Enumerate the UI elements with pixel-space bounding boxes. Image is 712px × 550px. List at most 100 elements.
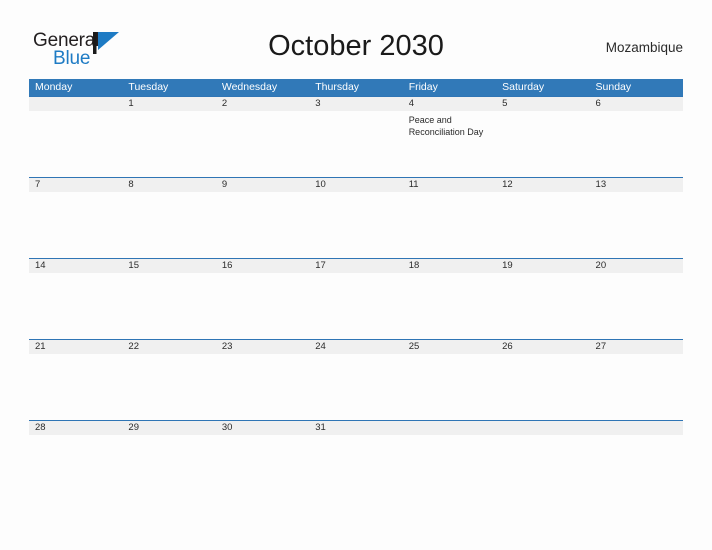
- day-cell[interactable]: [402, 421, 497, 445]
- day-cell[interactable]: 22: [122, 340, 216, 420]
- page-header: General Blue October 2030 Mozambique: [0, 26, 712, 72]
- day-body: [29, 273, 122, 339]
- day-number: 7: [29, 178, 123, 192]
- day-number: 11: [402, 178, 497, 192]
- day-cell[interactable]: 19: [496, 259, 590, 339]
- day-body: [309, 273, 402, 339]
- day-cell[interactable]: 6: [589, 97, 683, 177]
- day-number: 22: [122, 340, 216, 354]
- day-event: Peace and Reconciliation Day: [408, 115, 484, 137]
- day-body: Peace and Reconciliation Day: [403, 111, 496, 177]
- day-body: [29, 435, 122, 445]
- day-cell[interactable]: 15: [122, 259, 216, 339]
- day-cell[interactable]: 16: [215, 259, 310, 339]
- day-number: 31: [309, 421, 403, 435]
- day-number: 20: [589, 259, 683, 273]
- day-number: 6: [589, 97, 683, 111]
- day-number: 13: [589, 178, 683, 192]
- weekday-header-monday: Monday: [35, 81, 73, 93]
- day-cell[interactable]: [29, 97, 123, 177]
- day-body: [590, 273, 683, 339]
- day-number: [589, 421, 683, 435]
- day-number: 3: [309, 97, 403, 111]
- day-cell[interactable]: 12: [496, 178, 590, 258]
- weekday-header-friday: Friday: [408, 81, 438, 93]
- week-row: 28 29 30 31: [29, 420, 683, 445]
- day-cell[interactable]: 2: [215, 97, 310, 177]
- day-cell[interactable]: 29: [122, 421, 216, 445]
- day-body: [309, 192, 402, 258]
- day-cell[interactable]: 11: [402, 178, 497, 258]
- day-number: 29: [122, 421, 216, 435]
- day-number: 5: [496, 97, 590, 111]
- day-cell[interactable]: 20: [589, 259, 683, 339]
- day-cell[interactable]: 31: [309, 421, 403, 445]
- day-cell[interactable]: 13: [589, 178, 683, 258]
- day-cell[interactable]: [589, 421, 683, 445]
- day-cell[interactable]: 24: [309, 340, 403, 420]
- day-body: [122, 192, 215, 258]
- day-cell[interactable]: 9: [215, 178, 310, 258]
- day-body: [216, 111, 309, 177]
- day-number: 27: [589, 340, 683, 354]
- day-number: 14: [29, 259, 123, 273]
- day-number: [29, 97, 123, 111]
- day-number: 4: [402, 97, 497, 111]
- day-body: [403, 192, 496, 258]
- day-cell[interactable]: 23: [215, 340, 310, 420]
- day-number: 25: [402, 340, 497, 354]
- weekday-header-saturday: Saturday: [502, 81, 545, 93]
- day-cell[interactable]: 28: [29, 421, 123, 445]
- day-number: 16: [215, 259, 310, 273]
- day-number: 26: [496, 340, 590, 354]
- day-cell[interactable]: [496, 421, 590, 445]
- country-label: Mozambique: [605, 40, 683, 55]
- day-number: 30: [215, 421, 310, 435]
- day-body: [496, 273, 589, 339]
- day-cell[interactable]: 25: [402, 340, 497, 420]
- day-cell[interactable]: 17: [309, 259, 403, 339]
- day-body: [496, 354, 589, 420]
- day-body: [590, 354, 683, 420]
- day-cell[interactable]: 21: [29, 340, 123, 420]
- calendar-grid: Monday Tuesday Wednesday Thursday Friday…: [29, 79, 683, 445]
- day-cell[interactable]: 30: [215, 421, 310, 445]
- day-body: [496, 435, 589, 445]
- weekday-header-thursday: Thursday: [315, 81, 360, 93]
- day-cell[interactable]: 10: [309, 178, 403, 258]
- day-body: [216, 273, 309, 339]
- day-cell[interactable]: 8: [122, 178, 216, 258]
- day-body: [122, 354, 215, 420]
- day-number: 24: [309, 340, 403, 354]
- day-number: 8: [122, 178, 216, 192]
- week-row: 7 8 9 10 11 12 13: [29, 177, 683, 258]
- calendar-page: General Blue October 2030 Mozambique Mon…: [0, 0, 712, 550]
- day-cell[interactable]: 14: [29, 259, 123, 339]
- week-row: 14 15 16 17 18 19 20: [29, 258, 683, 339]
- day-body: [122, 435, 215, 445]
- week-row: 21 22 23 24 25 26 27: [29, 339, 683, 420]
- day-cell[interactable]: 27: [589, 340, 683, 420]
- day-number: 1: [122, 97, 216, 111]
- day-body: [29, 111, 122, 177]
- day-body: [496, 192, 589, 258]
- day-cell[interactable]: 7: [29, 178, 123, 258]
- day-number: 18: [402, 259, 497, 273]
- day-cell[interactable]: 5: [496, 97, 590, 177]
- day-cell[interactable]: 26: [496, 340, 590, 420]
- day-body: [122, 273, 215, 339]
- day-cell[interactable]: 4 Peace and Reconciliation Day: [402, 97, 497, 177]
- day-number: 9: [215, 178, 310, 192]
- day-body: [590, 192, 683, 258]
- day-number: 23: [215, 340, 310, 354]
- day-body: [590, 435, 683, 445]
- day-number: 12: [496, 178, 590, 192]
- day-cell[interactable]: 3: [309, 97, 403, 177]
- day-cell[interactable]: 18: [402, 259, 497, 339]
- day-body: [403, 273, 496, 339]
- week-row: 1 2 3 4 Peace and Reconciliation Day 5 6: [29, 96, 683, 177]
- day-number: 19: [496, 259, 590, 273]
- day-body: [590, 111, 683, 177]
- day-cell[interactable]: 1: [122, 97, 216, 177]
- weekday-header-tuesday: Tuesday: [128, 81, 169, 93]
